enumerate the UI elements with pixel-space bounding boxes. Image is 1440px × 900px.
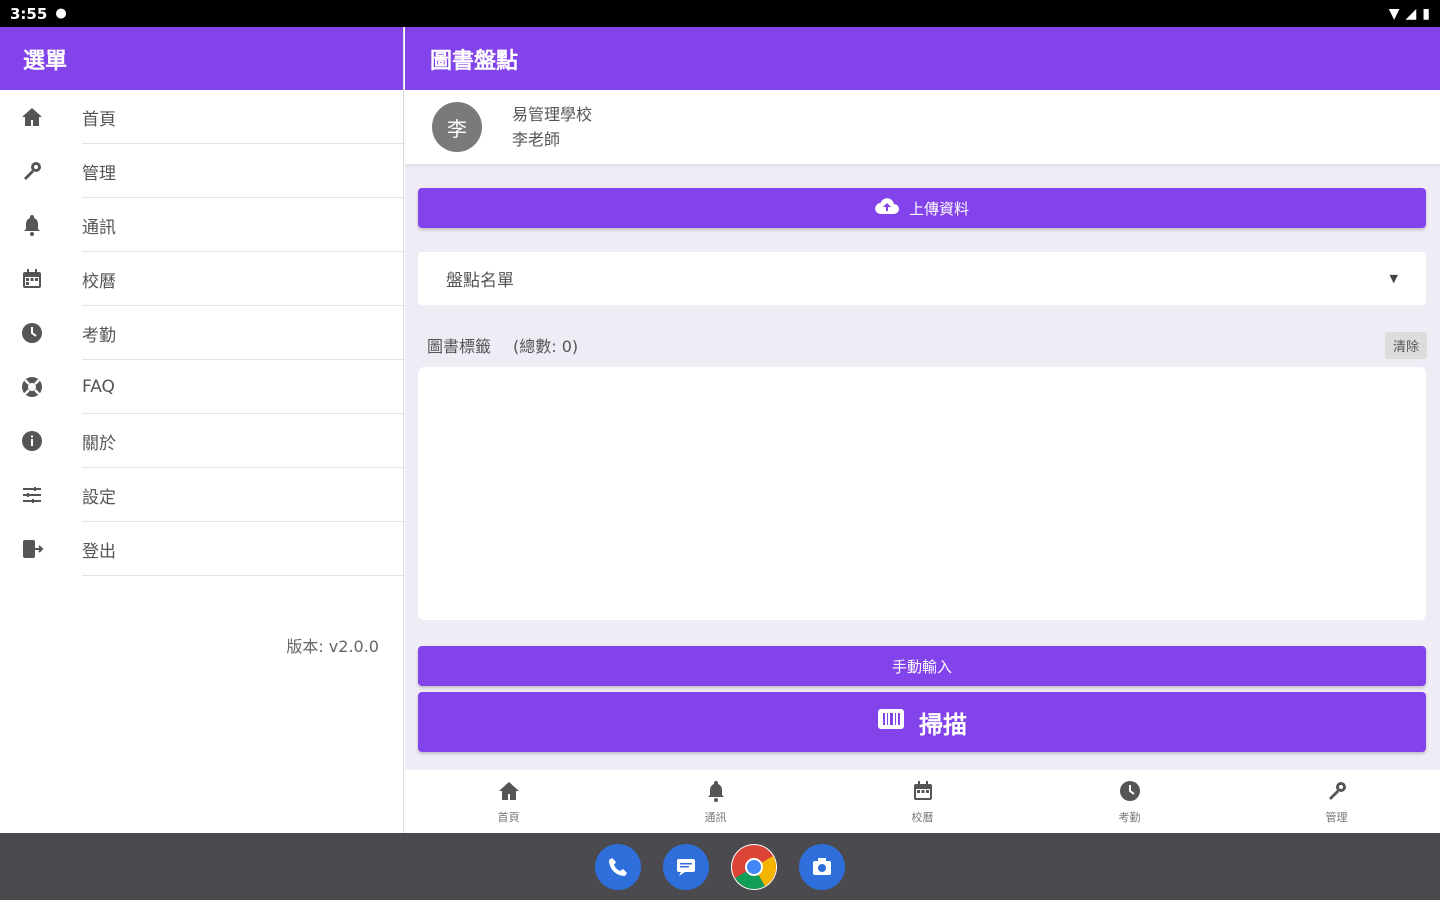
profile-info: 易管理學校 李老師 — [512, 102, 592, 152]
bottom-nav-label: 管理 — [1325, 810, 1348, 824]
bottom-nav-label: 通訊 — [704, 810, 727, 824]
signal-icon: ◢ — [1405, 5, 1417, 22]
message-notification-icon: ● — [55, 6, 67, 21]
dropdown-arrow-icon: ▼ — [1389, 272, 1398, 285]
drawer-item-label: 設定 — [82, 487, 116, 508]
drawer-item-about[interactable]: 關於 — [0, 414, 403, 468]
drawer-item-logout[interactable]: 登出 — [0, 522, 403, 576]
clock-icon — [1118, 779, 1142, 807]
navigation-drawer: 選單 首頁 管理 通訊 校曆 考勤 FAQ 關於 設定 登出 版本: v2.0.… — [0, 27, 404, 833]
scan-button[interactable]: 掃描 — [418, 692, 1426, 752]
phone-icon[interactable] — [595, 843, 641, 890]
bottom-nav-messages[interactable]: 通訊 — [612, 770, 819, 833]
drawer-item-label: 關於 — [82, 433, 116, 454]
clear-button[interactable]: 清除 — [1384, 331, 1427, 359]
page-title: 圖書盤點 — [405, 27, 1440, 90]
tags-list — [418, 367, 1426, 620]
version-text: 版本: v2.0.0 — [286, 637, 379, 656]
profile-card: 李 易管理學校 李老師 — [405, 90, 1440, 164]
tags-header: 圖書標籤 (總數: 0) 清除 — [427, 331, 1427, 359]
status-bar: 3:55 ● ▼ ◢ ▮ — [0, 0, 1440, 27]
scan-button-label: 掃描 — [919, 710, 967, 739]
cloud-upload-icon — [875, 197, 899, 219]
bell-icon — [704, 779, 728, 807]
messages-icon[interactable] — [663, 843, 709, 890]
drawer-item-attendance[interactable]: 考勤 — [0, 306, 403, 360]
manual-input-button[interactable]: 手動輸入 — [418, 646, 1426, 686]
drawer-item-calendar[interactable]: 校曆 — [0, 252, 403, 306]
logout-icon — [0, 537, 82, 561]
status-icons: ▼ ◢ ▮ — [1389, 6, 1430, 22]
main-panel: 圖書盤點 李 易管理學校 李老師 上傳資料 盤點名單 ▼ 圖書標籤 (總數: 0… — [405, 27, 1440, 833]
wrench-icon — [1325, 779, 1349, 807]
sliders-icon — [0, 483, 82, 507]
info-icon — [0, 429, 82, 453]
select-value: 盤點名單 — [446, 271, 514, 291]
lifebuoy-icon — [0, 375, 82, 399]
bottom-nav-label: 校曆 — [911, 810, 934, 824]
teacher-name: 李老師 — [512, 130, 561, 149]
drawer-item-label: 校曆 — [82, 271, 116, 292]
drawer-item-messages[interactable]: 通訊 — [0, 198, 403, 252]
drawer-title: 選單 — [0, 27, 403, 90]
school-name: 易管理學校 — [512, 105, 593, 124]
manual-input-label: 手動輸入 — [891, 657, 952, 676]
calendar-icon — [911, 779, 935, 807]
avatar: 李 — [432, 102, 482, 152]
barcode-scan-icon — [877, 708, 905, 736]
bottom-nav-label: 考勤 — [1118, 810, 1141, 824]
bottom-navigation: 首頁 通訊 校曆 考勤 管理 — [405, 770, 1440, 833]
drawer-item-faq[interactable]: FAQ — [0, 360, 403, 414]
tags-count: (總數: 0) — [513, 337, 579, 356]
drawer-item-manage[interactable]: 管理 — [0, 144, 403, 198]
tags-label: 圖書標籤 — [427, 337, 492, 356]
bottom-nav-manage[interactable]: 管理 — [1233, 770, 1440, 833]
bell-icon — [0, 213, 82, 237]
drawer-item-home[interactable]: 首頁 — [0, 90, 403, 144]
upload-button-label: 上傳資料 — [908, 199, 969, 218]
drawer-item-label: 首頁 — [82, 109, 116, 130]
battery-icon: ▮ — [1422, 5, 1430, 22]
bottom-nav-attendance[interactable]: 考勤 — [1026, 770, 1233, 833]
camera-icon[interactable] — [799, 843, 845, 890]
drawer-menu: 首頁 管理 通訊 校曆 考勤 FAQ 關於 設定 登出 — [0, 90, 403, 576]
drawer-item-label: FAQ — [82, 377, 115, 397]
wifi-icon: ▼ — [1388, 5, 1400, 22]
home-icon — [0, 105, 82, 129]
home-icon — [497, 779, 521, 807]
bottom-nav-home[interactable]: 首頁 — [405, 770, 612, 833]
bottom-nav-label: 首頁 — [497, 810, 520, 824]
drawer-item-label: 登出 — [82, 541, 116, 562]
clock-icon — [0, 321, 82, 345]
system-dock — [0, 833, 1440, 900]
inventory-list-select[interactable]: 盤點名單 ▼ — [418, 252, 1426, 305]
drawer-item-label: 通訊 — [82, 217, 116, 238]
wrench-icon — [0, 159, 82, 183]
drawer-item-label: 管理 — [82, 163, 116, 184]
bottom-nav-calendar[interactable]: 校曆 — [819, 770, 1026, 833]
upload-button[interactable]: 上傳資料 — [418, 188, 1426, 228]
calendar-icon — [0, 267, 82, 291]
status-time: 3:55 — [10, 4, 48, 23]
drawer-item-settings[interactable]: 設定 — [0, 468, 403, 522]
chrome-icon[interactable] — [731, 843, 777, 890]
drawer-item-label: 考勤 — [82, 325, 116, 346]
